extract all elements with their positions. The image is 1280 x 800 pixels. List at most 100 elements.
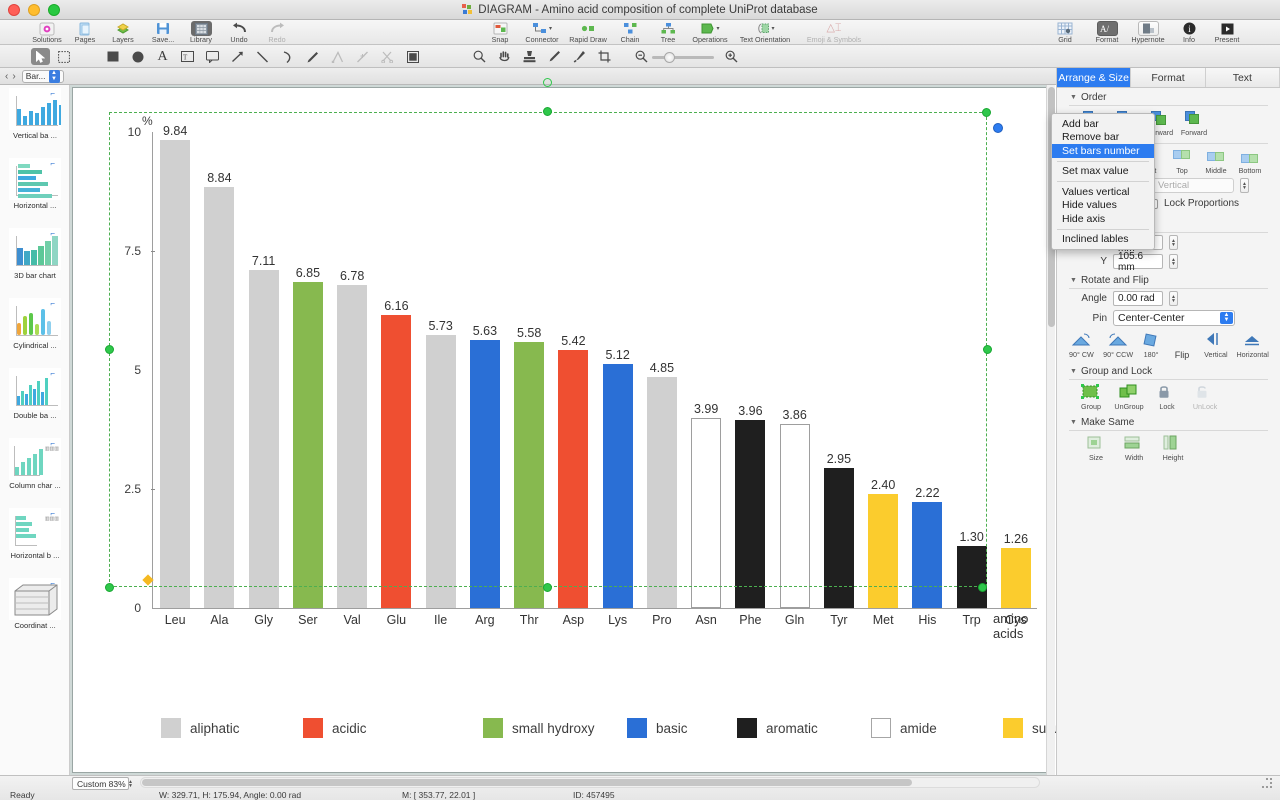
distribute-spinner-2[interactable]: ▲▼ [1240, 178, 1249, 193]
bar-trp[interactable] [957, 546, 987, 608]
arc-tool[interactable] [278, 48, 297, 65]
handle-bottom-right[interactable] [978, 583, 987, 592]
unlock-button[interactable]: UnLock [1185, 384, 1225, 411]
tab-arrange-and-size[interactable]: Arrange & Size [1057, 68, 1131, 87]
pointer-tool[interactable] [31, 48, 50, 65]
tab-format[interactable]: Format [1131, 68, 1205, 87]
bar-phe[interactable] [735, 420, 765, 608]
zoom-slider-knob[interactable] [664, 52, 675, 63]
zoom-tool[interactable] [470, 48, 489, 65]
bar-rect[interactable] [249, 270, 279, 608]
bar-his[interactable] [912, 502, 942, 608]
canvas-area[interactable]: % 10 7.5 5 2.5 0 9.848.847.116.856.786.1… [70, 85, 1050, 775]
rotate-90-ccw-button[interactable]: 90° CCW [1100, 332, 1137, 360]
bar-ser[interactable] [293, 282, 323, 608]
stamp-tool[interactable] [520, 48, 539, 65]
rotate-handle[interactable] [543, 78, 552, 87]
sidebar-item-coordinate-grid[interactable]: ⌐ Coordinat ... [0, 578, 70, 645]
horizontal-scrollbar-thumb[interactable] [142, 779, 912, 786]
bar-rect[interactable] [603, 364, 633, 608]
zoom-level-stepper[interactable]: ▲▼ [126, 777, 135, 790]
document-page[interactable]: % 10 7.5 5 2.5 0 9.848.847.116.856.786.1… [72, 87, 1047, 773]
toolbar-snap-button[interactable]: Snap [481, 20, 519, 45]
line-tool[interactable] [253, 48, 272, 65]
nav-prev-icon[interactable]: ‹ [5, 71, 8, 82]
context-menu-item-hide-values[interactable]: Hide values [1052, 199, 1154, 213]
bar-rect[interactable] [912, 502, 942, 608]
bar-chart[interactable]: % 10 7.5 5 2.5 0 9.848.847.116.856.786.1… [113, 108, 1043, 668]
align-bottom-button[interactable]: Bottom [1233, 148, 1267, 175]
make-same-width-button[interactable]: Width [1115, 435, 1153, 462]
handle-top-right[interactable] [982, 108, 991, 117]
bar-rect[interactable] [691, 418, 721, 608]
bar-val[interactable] [337, 285, 367, 608]
tab-text[interactable]: Text [1206, 68, 1280, 87]
position-y-spinner[interactable]: ▲▼ [1169, 254, 1178, 269]
flip-horizontal-button[interactable]: Horizontal [1233, 332, 1272, 360]
toolbar-pages-button[interactable]: Pages [66, 20, 104, 45]
sidebar-item-3d-bar-chart[interactable]: ⌐ 3D bar chart [0, 228, 70, 295]
text-box-tool[interactable]: T [178, 48, 197, 65]
bar-met[interactable] [868, 494, 898, 608]
context-menu-item-hide-axis[interactable]: Hide axis [1052, 212, 1154, 226]
bar-thr[interactable] [514, 342, 544, 608]
toolbar-redo-button[interactable]: Redo [258, 20, 296, 45]
rotate-90-cw-button[interactable]: 90° CW [1063, 332, 1100, 360]
bar-rect[interactable] [1001, 548, 1031, 608]
context-menu-item-values-vertical[interactable]: Values vertical [1052, 185, 1154, 199]
handle-middle-right[interactable] [983, 345, 992, 354]
bar-rect[interactable] [293, 282, 323, 608]
bar-arg[interactable] [470, 340, 500, 608]
bar-chart-context-menu[interactable]: Add barRemove barSet bars numberSet max … [1051, 113, 1155, 250]
bar-rect[interactable] [558, 350, 588, 608]
zoom-slider[interactable] [652, 56, 714, 59]
add-point-tool[interactable] [353, 48, 372, 65]
scissors-tool[interactable] [378, 48, 397, 65]
bar-rect[interactable] [426, 335, 456, 608]
handle-bottom-left[interactable] [105, 583, 114, 592]
section-order-header[interactable]: ▼ Order [1057, 88, 1280, 105]
marquee-select-tool[interactable] [54, 48, 73, 65]
crop-tool[interactable] [595, 48, 614, 65]
section-group-header[interactable]: ▼ Group and Lock [1057, 362, 1280, 379]
toolbar-operations-button[interactable]: ▾ Operations [687, 20, 733, 45]
bar-rect[interactable] [957, 546, 987, 608]
legend-item-aliphatic[interactable]: aliphatic [161, 718, 240, 738]
image-tool[interactable] [403, 48, 422, 65]
toolbar-library-button[interactable]: Library [182, 20, 220, 45]
legend-item-small-hydroxy[interactable]: small hydroxy [483, 718, 595, 738]
angle-spinner[interactable]: ▲▼ [1169, 291, 1178, 306]
bar-rect[interactable] [381, 315, 411, 608]
toolbar-rapid-draw-button[interactable]: Rapid Draw [565, 20, 611, 45]
toolbar-tree-button[interactable]: Tree [649, 20, 687, 45]
document-tab-stepper[interactable]: ▲▼ [49, 70, 60, 83]
zoom-in-icon[interactable] [722, 48, 741, 65]
bar-lys[interactable] [603, 364, 633, 608]
context-menu-item-inclined-lables[interactable]: Inclined lables [1052, 233, 1154, 247]
toolbar-format-button[interactable]: A/ Format [1088, 20, 1126, 45]
pen-tool[interactable] [303, 48, 322, 65]
lock-button[interactable]: Lock [1149, 384, 1185, 411]
toolbar-connector-button[interactable]: ▾ Connector [519, 20, 565, 45]
legend-item-basic[interactable]: basic [627, 718, 688, 738]
make-same-size-button[interactable]: Size [1077, 435, 1115, 462]
text-tool[interactable]: A [153, 48, 172, 65]
bezier-tool[interactable] [328, 48, 347, 65]
context-menu-item-set-bars-number[interactable]: Set bars number [1052, 144, 1154, 158]
bar-ile[interactable] [426, 335, 456, 608]
toolbar-hypernote-button[interactable]: Hypernote [1126, 20, 1170, 45]
callout-tool[interactable] [203, 48, 222, 65]
bar-rect[interactable] [337, 285, 367, 608]
context-menu-item-remove-bar[interactable]: Remove bar [1052, 131, 1154, 145]
position-y-input[interactable]: 105.6 mm [1113, 254, 1163, 269]
toolbar-layers-button[interactable]: Layers [104, 20, 142, 45]
bar-rect[interactable] [735, 420, 765, 608]
sidebar-item-double-bar-chart[interactable]: ⌐ Double ba ... [0, 368, 70, 435]
arrow-tool[interactable] [228, 48, 247, 65]
legend-item-amide[interactable]: amide [871, 718, 937, 738]
sidebar-item-horizontal-bar-chart[interactable]: ⌐ Horizontal ... [0, 158, 70, 225]
hand-tool[interactable] [495, 48, 514, 65]
bar-rect[interactable] [204, 187, 234, 608]
ellipse-tool[interactable] [128, 48, 147, 65]
bar-gly[interactable] [249, 270, 279, 608]
